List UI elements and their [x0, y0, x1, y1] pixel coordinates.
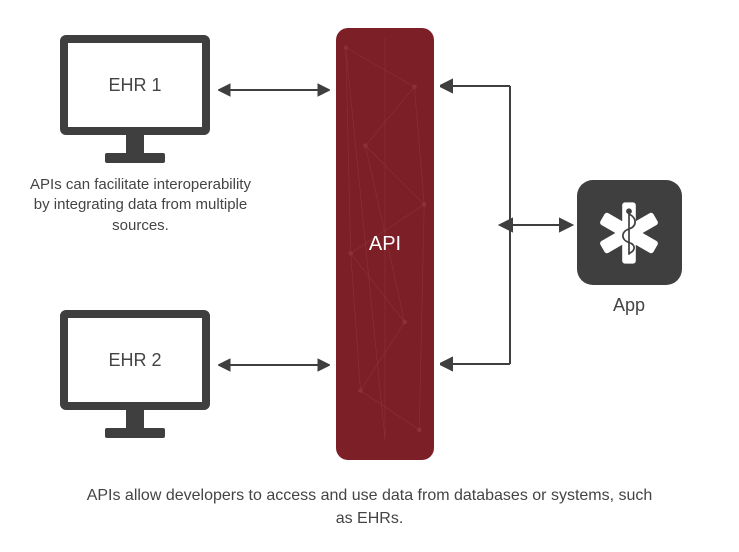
ehr2-monitor: EHR 2 — [60, 310, 210, 438]
api-block: API — [336, 28, 434, 460]
diagram-canvas: EHR 1 EHR 2 APIs can facilitate interope… — [0, 0, 739, 552]
arrow-api-app — [440, 70, 580, 380]
interoperability-caption: APIs can facilitate interoperability by … — [28, 175, 253, 236]
monitor-base-icon — [105, 153, 165, 163]
bottom-caption: APIs allow developers to access and use … — [0, 485, 739, 530]
monitor-icon: EHR 1 — [60, 35, 210, 135]
arrow-ehr1-api — [218, 80, 330, 100]
monitor-stand-icon — [126, 410, 144, 428]
star-of-life-icon — [595, 199, 663, 267]
monitor-icon: EHR 2 — [60, 310, 210, 410]
app-tile — [577, 180, 682, 285]
ehr1-monitor: EHR 1 — [60, 35, 210, 163]
app-label: App — [569, 295, 689, 316]
app-block: App — [569, 180, 689, 316]
arrow-ehr2-api — [218, 355, 330, 375]
ehr1-label: EHR 1 — [108, 75, 161, 96]
monitor-base-icon — [105, 428, 165, 438]
monitor-stand-icon — [126, 135, 144, 153]
api-label: API — [369, 233, 401, 256]
ehr2-label: EHR 2 — [108, 350, 161, 371]
